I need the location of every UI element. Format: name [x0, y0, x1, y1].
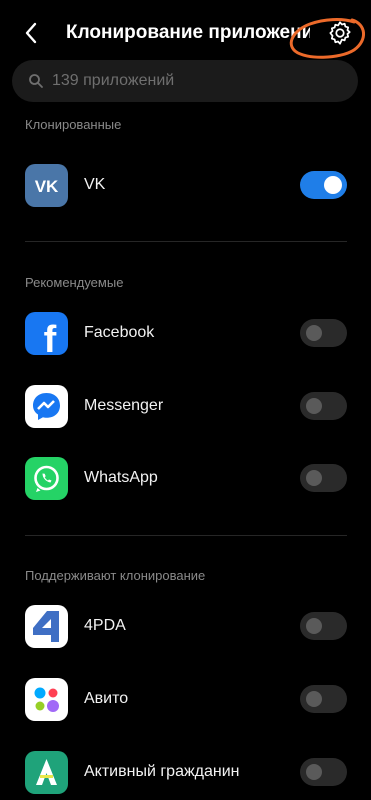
clone-toggle-vk[interactable] — [300, 171, 347, 199]
clone-toggle-4pda[interactable] — [300, 612, 347, 640]
section-divider — [25, 241, 347, 242]
app-row-4pda[interactable]: 4PDA — [0, 598, 371, 654]
toggle-knob — [306, 398, 322, 414]
chevron-left-icon — [25, 22, 37, 44]
app-row-active-citizen[interactable]: Активный гражданин — [0, 744, 371, 800]
toggle-knob — [324, 176, 342, 194]
section-divider — [25, 535, 347, 536]
toggle-knob — [306, 764, 322, 780]
app-name: Facebook — [84, 324, 155, 341]
app-row-avito[interactable]: Авито — [0, 671, 371, 727]
section-label-supported: Поддерживают клонирование — [25, 568, 206, 583]
clone-toggle-active-citizen[interactable] — [300, 758, 347, 786]
back-button[interactable] — [18, 20, 44, 46]
toggle-knob — [306, 691, 322, 707]
active-citizen-logo-icon — [25, 751, 68, 794]
clone-toggle-facebook[interactable] — [300, 319, 347, 347]
facebook-logo-icon: f — [25, 312, 68, 355]
app-name: Активный гражданин — [84, 763, 240, 780]
toggle-knob — [306, 470, 322, 486]
search-bar[interactable] — [12, 60, 358, 102]
search-icon — [29, 74, 43, 88]
top-bar: Клонирование приложений — [0, 0, 371, 64]
svg-text:VK: VK — [35, 177, 59, 196]
clone-toggle-whatsapp[interactable] — [300, 464, 347, 492]
vk-logo-icon: VK — [25, 164, 68, 207]
toggle-knob — [306, 618, 322, 634]
app-name: Авито — [84, 690, 129, 707]
app-row-messenger[interactable]: Messenger — [0, 378, 371, 434]
app-name: VK — [84, 176, 106, 193]
page-title: Клонирование приложений — [66, 22, 310, 43]
clone-toggle-avito[interactable] — [300, 685, 347, 713]
whatsapp-logo-icon — [25, 457, 68, 500]
search-input[interactable] — [52, 60, 342, 102]
app-row-whatsapp[interactable]: WhatsApp — [0, 450, 371, 506]
clone-toggle-messenger[interactable] — [300, 392, 347, 420]
toggle-knob — [306, 325, 322, 341]
app-row-facebook[interactable]: f Facebook — [0, 305, 371, 361]
app-name: WhatsApp — [84, 469, 158, 486]
settings-button[interactable] — [326, 19, 354, 47]
app-name: Messenger — [84, 397, 164, 414]
app-name: 4PDA — [84, 617, 126, 634]
gear-icon — [329, 21, 351, 45]
section-label-cloned: Клонированные — [25, 117, 122, 132]
avito-logo-icon — [25, 678, 68, 721]
4pda-logo-icon — [25, 605, 68, 648]
app-row-vk[interactable]: VK VK — [0, 157, 371, 213]
section-label-recommended: Рекомендуемые — [25, 275, 124, 290]
messenger-logo-icon — [25, 385, 68, 428]
svg-text:f: f — [44, 319, 57, 355]
